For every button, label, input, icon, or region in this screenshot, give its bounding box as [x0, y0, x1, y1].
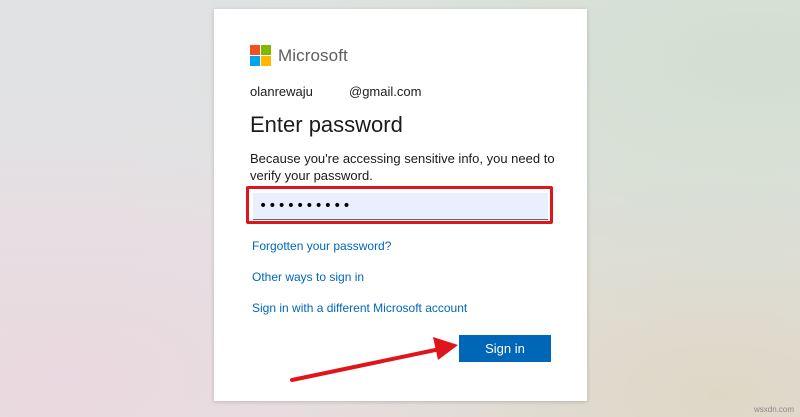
sign-in-button[interactable]: Sign in: [459, 335, 551, 362]
identity-username: olanrewaju: [250, 84, 313, 99]
other-ways-sign-in-link[interactable]: Other ways to sign in: [252, 270, 364, 284]
page-title: Enter password: [250, 112, 403, 137]
password-input[interactable]: ••••••••••: [253, 193, 548, 220]
forgot-password-link[interactable]: Forgotten your password?: [252, 239, 391, 253]
page-description: Because you're accessing sensitive info,…: [250, 151, 555, 183]
microsoft-logo-icon: [250, 45, 271, 66]
different-account-link[interactable]: Sign in with a different Microsoft accou…: [252, 301, 467, 315]
microsoft-brand: Microsoft: [250, 45, 348, 66]
logo-square-red: [250, 45, 260, 55]
logo-square-green: [261, 45, 271, 55]
account-identity: olanrewaju @gmail.com: [250, 84, 421, 99]
watermark: wsxdn.com: [754, 405, 795, 414]
logo-square-yellow: [261, 56, 271, 66]
sign-in-card: Microsoft olanrewaju @gmail.com Enter pa…: [214, 9, 587, 401]
logo-square-blue: [250, 56, 260, 66]
identity-domain: @gmail.com: [349, 84, 422, 99]
brand-name: Microsoft: [278, 45, 348, 65]
